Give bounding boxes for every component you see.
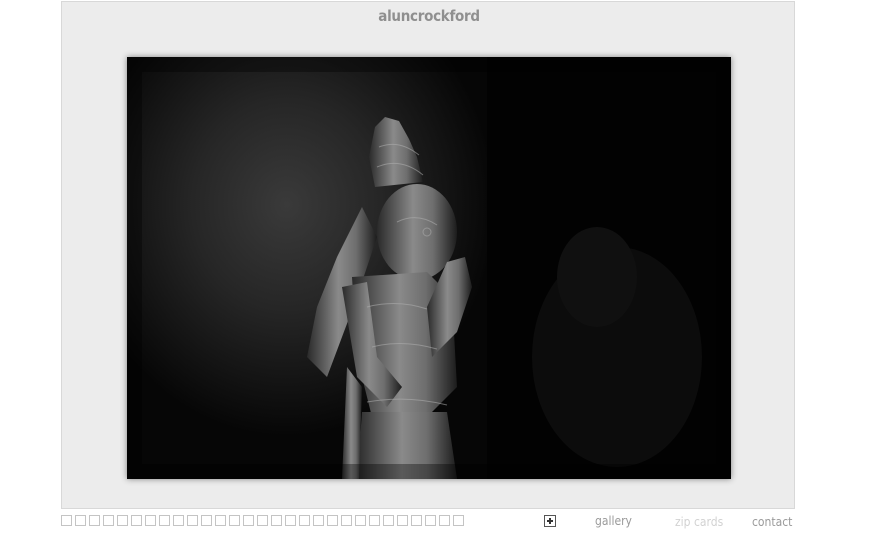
thumbnail-square[interactable] <box>61 515 72 526</box>
thumbnail-square[interactable] <box>271 515 282 526</box>
thumbnail-strip <box>61 515 464 526</box>
thumbnail-square[interactable] <box>75 515 86 526</box>
thumbnail-square[interactable] <box>187 515 198 526</box>
thumbnail-square[interactable] <box>173 515 184 526</box>
thumbnail-square[interactable] <box>215 515 226 526</box>
thumbnail-square[interactable] <box>103 515 114 526</box>
thumbnail-square[interactable] <box>201 515 212 526</box>
thumbnail-square[interactable] <box>159 515 170 526</box>
thumbnail-square[interactable] <box>145 515 156 526</box>
thumbnail-square[interactable] <box>383 515 394 526</box>
thumbnail-square[interactable] <box>243 515 254 526</box>
page-frame: aluncrockford <box>61 1 795 509</box>
statue-photo-image <box>127 57 731 479</box>
thumbnail-square[interactable] <box>229 515 240 526</box>
thumbnail-square[interactable] <box>327 515 338 526</box>
thumbnail-square[interactable] <box>285 515 296 526</box>
site-title[interactable]: aluncrockford <box>62 7 796 25</box>
nav-gallery-link[interactable]: gallery <box>595 513 632 529</box>
thumbnail-square[interactable] <box>257 515 268 526</box>
thumbnail-square[interactable] <box>355 515 366 526</box>
thumbnail-square[interactable] <box>411 515 422 526</box>
nav-contact-link[interactable]: contact <box>752 514 792 530</box>
bottom-bar: gallery zip cards contact <box>0 513 870 533</box>
thumbnail-square[interactable] <box>453 515 464 526</box>
thumbnail-square[interactable] <box>131 515 142 526</box>
thumbnail-square[interactable] <box>341 515 352 526</box>
thumbnail-square[interactable] <box>117 515 128 526</box>
thumbnail-square[interactable] <box>397 515 408 526</box>
thumbnail-square[interactable] <box>439 515 450 526</box>
thumbnail-square[interactable] <box>369 515 380 526</box>
thumbnail-square[interactable] <box>425 515 436 526</box>
thumbnail-square[interactable] <box>299 515 310 526</box>
main-photo[interactable] <box>127 57 731 479</box>
thumbnail-square[interactable] <box>89 515 100 526</box>
thumbnail-square[interactable] <box>313 515 324 526</box>
nav-zip-cards-link[interactable]: zip cards <box>675 514 723 530</box>
plus-icon[interactable] <box>544 515 556 527</box>
